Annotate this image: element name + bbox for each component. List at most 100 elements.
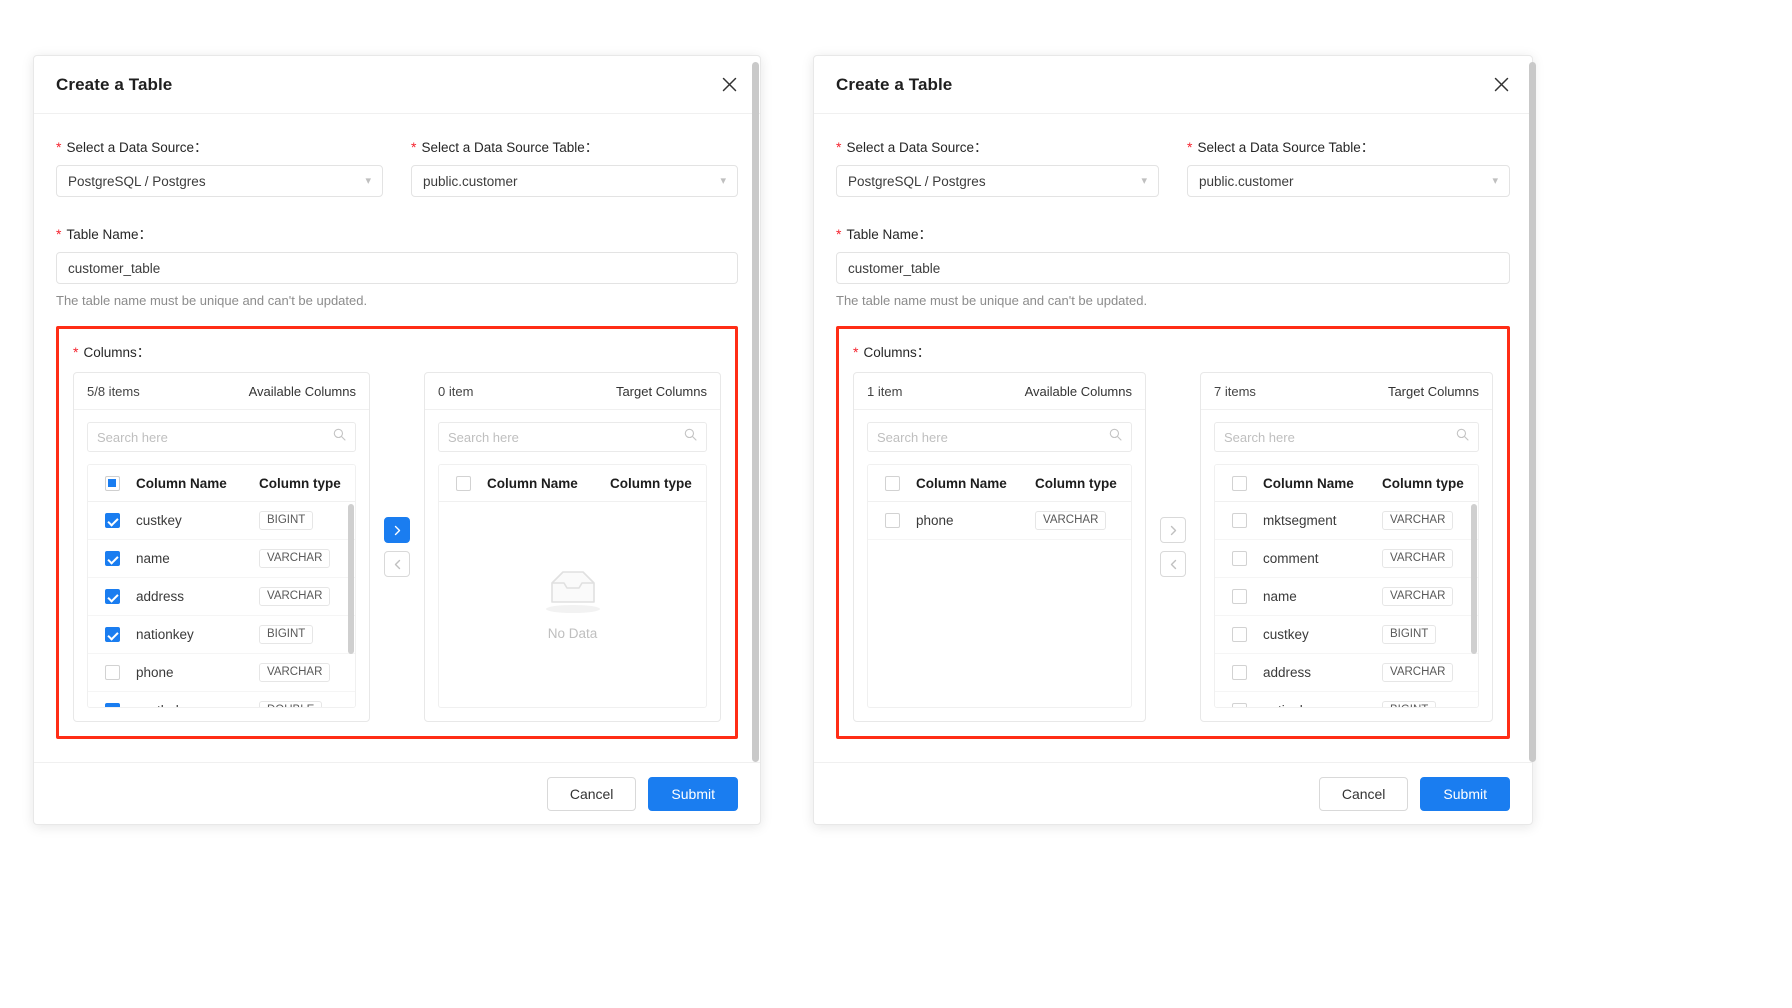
available-columns-panel: 1 item Available Columns Search here Col… <box>853 372 1146 722</box>
available-header-name: Column Name <box>136 475 227 491</box>
row-column-name: nationkey <box>1263 703 1382 707</box>
dialog-title: Create a Table <box>56 74 173 94</box>
table-row[interactable]: address VARCHAR <box>1215 654 1478 692</box>
move-left-button[interactable] <box>1160 551 1186 577</box>
row-checkbox-cell <box>1215 703 1263 707</box>
dialog-header: Create a Table <box>814 56 1532 114</box>
target-list-header: Column Name Column type <box>439 465 706 502</box>
available-search-placeholder: Search here <box>97 429 168 445</box>
submit-button[interactable]: Submit <box>1420 776 1510 811</box>
table-name-label-text: Table Name： <box>66 227 152 242</box>
list-scrollbar[interactable] <box>1471 504 1477 654</box>
type-tag: BIGINT <box>1382 624 1437 645</box>
dialog-body: * Select a Data Source： PostgreSQL / Pos… <box>814 114 1532 762</box>
table-name-value: customer_table <box>68 260 161 276</box>
table-row[interactable]: phone VARCHAR <box>88 654 355 692</box>
table-row[interactable]: nationkey BIGINT <box>1215 692 1478 707</box>
search-icon <box>684 428 697 446</box>
close-icon[interactable] <box>1488 72 1514 98</box>
table-row[interactable]: nationkey BIGINT <box>88 616 355 654</box>
move-right-button[interactable] <box>384 517 410 543</box>
row-column-type: VARCHAR <box>1035 510 1131 531</box>
table-row[interactable]: name VARCHAR <box>1215 578 1478 616</box>
table-row[interactable]: comment VARCHAR <box>1215 540 1478 578</box>
required-asterisk: * <box>411 139 417 155</box>
required-asterisk: * <box>836 226 842 242</box>
source-fields-row: * Select a Data Source： PostgreSQL / Pos… <box>836 136 1510 197</box>
type-tag: BIGINT <box>1382 700 1437 707</box>
cancel-button[interactable]: Cancel <box>1318 776 1409 811</box>
type-tag: VARCHAR <box>1382 586 1454 607</box>
table-row[interactable]: custkey BIGINT <box>1215 616 1478 654</box>
data-source-select[interactable]: PostgreSQL / Postgres ▾ <box>56 165 383 197</box>
submit-button[interactable]: Submit <box>648 776 738 811</box>
data-source-table-value: public.customer <box>423 173 518 189</box>
row-checkbox-cell <box>1215 551 1263 566</box>
required-asterisk: * <box>56 226 62 242</box>
list-scrollbar[interactable] <box>348 504 354 654</box>
select-all-checkbox[interactable] <box>884 475 900 491</box>
page-scrollbar-right[interactable] <box>1529 62 1536 762</box>
dialog-title: Create a Table <box>836 74 953 94</box>
available-list-header: Column Name Column type <box>88 465 355 502</box>
row-column-name: phone <box>916 513 954 528</box>
row-checkbox[interactable] <box>1231 551 1247 566</box>
close-icon[interactable] <box>716 72 742 98</box>
table-row[interactable]: name VARCHAR <box>88 540 355 578</box>
select-all-checkbox[interactable] <box>455 475 471 491</box>
dialog-body: * Select a Data Source： PostgreSQL / Pos… <box>34 114 760 762</box>
row-checkbox[interactable] <box>1231 589 1247 604</box>
data-source-select[interactable]: PostgreSQL / Postgres ▾ <box>836 165 1159 197</box>
row-checkbox[interactable] <box>104 589 120 604</box>
data-source-table-select[interactable]: public.customer ▾ <box>411 165 738 197</box>
required-asterisk: * <box>73 344 79 360</box>
cancel-button[interactable]: Cancel <box>546 776 637 811</box>
row-checkbox[interactable] <box>104 513 120 528</box>
available-rows: phone VARCHAR <box>868 502 1131 707</box>
row-checkbox-cell <box>1215 627 1263 642</box>
target-search-input[interactable]: Search here <box>438 422 707 452</box>
row-column-type: BIGINT <box>259 510 355 531</box>
columns-label: * Columns： <box>853 341 1493 361</box>
row-checkbox[interactable] <box>1231 627 1247 642</box>
table-row[interactable]: address VARCHAR <box>88 578 355 616</box>
row-checkbox[interactable] <box>104 627 120 642</box>
table-name-label-text: Table Name： <box>846 227 932 242</box>
available-panel-title: Available Columns <box>1024 383 1132 399</box>
table-name-input[interactable]: customer_table <box>836 252 1510 284</box>
row-checkbox[interactable] <box>104 665 120 680</box>
row-checkbox[interactable] <box>1231 513 1247 528</box>
row-checkbox[interactable] <box>884 513 900 528</box>
table-row[interactable]: custkey BIGINT <box>88 502 355 540</box>
target-rows: mktsegment VARCHAR comment VARCHAR name … <box>1215 502 1478 707</box>
data-source-table-select[interactable]: public.customer ▾ <box>1187 165 1510 197</box>
type-tag: VARCHAR <box>259 662 331 683</box>
target-search-input[interactable]: Search here <box>1214 422 1479 452</box>
table-name-input[interactable]: customer_table <box>56 252 738 284</box>
available-search-input[interactable]: Search here <box>87 422 356 452</box>
row-checkbox[interactable] <box>1231 703 1247 707</box>
available-select-all-cell <box>868 475 916 491</box>
table-row[interactable]: mktsegment VARCHAR <box>1215 502 1478 540</box>
select-all-checkbox[interactable] <box>1231 475 1247 491</box>
chevron-down-icon: ▾ <box>365 174 371 187</box>
page-scrollbar-left[interactable] <box>752 62 759 762</box>
row-checkbox[interactable] <box>104 551 120 566</box>
data-source-table-label: * Select a Data Source Table： <box>1187 136 1510 156</box>
table-row[interactable]: acctbal DOUBLE <box>88 692 355 707</box>
data-source-table-label-text: Select a Data Source Table： <box>1197 140 1375 155</box>
type-tag: VARCHAR <box>259 548 331 569</box>
select-all-checkbox[interactable] <box>104 475 120 491</box>
row-checkbox[interactable] <box>1231 665 1247 680</box>
table-row[interactable]: phone VARCHAR <box>868 502 1131 540</box>
move-left-button[interactable] <box>384 551 410 577</box>
available-search-input[interactable]: Search here <box>867 422 1132 452</box>
columns-label: * Columns： <box>73 341 721 361</box>
row-checkbox-cell <box>88 513 136 528</box>
move-right-button[interactable] <box>1160 517 1186 543</box>
target-list: Column Name Column type No Data <box>438 464 707 708</box>
target-search-wrap: Search here <box>425 410 720 452</box>
row-checkbox[interactable] <box>104 703 120 707</box>
